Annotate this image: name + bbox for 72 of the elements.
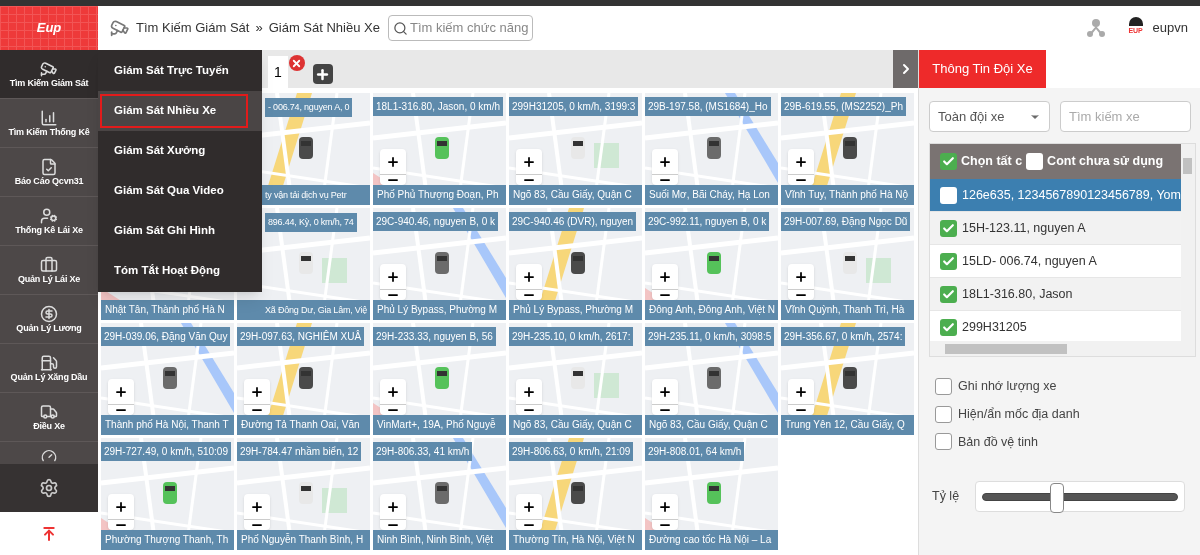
vehicle-label: 29H-039.06, Đặng Văn Quy: [101, 327, 231, 346]
scale-label: Tỷ lệ: [932, 488, 960, 506]
vehicle-label: 29B-197.58, (MS1684)_Ho: [645, 97, 771, 116]
vehicle-label: 29C-992.11, nguyen B, 0 k: [645, 212, 770, 231]
vehicle-label: 18L1-316.80, Jason, 0 km/h: [373, 97, 503, 116]
vehicle-label: 29C-940.46 (DVR), nguyen: [509, 212, 637, 231]
vehicle-label: 29H-097.63, NGHIÊM XUÂ: [237, 327, 365, 346]
vehicle-name: 15H-123.11, nguyen A: [962, 219, 1086, 237]
function-search-button[interactable]: Tìm kiếm chức năng: [387, 15, 534, 41]
vehicle-label: - 006.74, nguyen A, 0: [265, 98, 353, 117]
vehicle-label: 29H-806.63, 0 km/h, 21:09: [509, 442, 634, 461]
fleet-select[interactable]: Toàn đội xe: [929, 101, 1050, 132]
address-label: Ngõ 83, Cầu Giấy, Quận C: [645, 415, 778, 435]
address-label: Ngõ 83, Cầu Giấy, Quận C: [509, 415, 642, 435]
address-label: Trung Yên 12, Cầu Giấy, Q: [781, 415, 914, 435]
option-label[interactable]: Bản đồ vệ tinh: [958, 432, 1038, 452]
vehicle-label: 29H-235.10, 0 km/h, 2617:: [509, 327, 634, 346]
list-header-label[interactable]: Chọn tất c: [961, 152, 1023, 171]
address-label: Thường Tín, Hà Nội, Việt N: [509, 530, 642, 550]
address-label: Phố Phủ Thượng Đoạn, Ph: [373, 185, 506, 205]
vehicle-name: 126e635, 1234567890123456789, Yom: [962, 186, 1181, 204]
vehicle-label: 29H-007.69, Đặng Ngọc Dũ: [781, 212, 911, 231]
address-label: Phố Nguyễn Thanh Bình, H: [237, 530, 370, 550]
address-label: Nhật Tân, Thành phố Hà N: [101, 300, 234, 320]
address-label: Thành phố Hà Nội, Thanh T: [101, 415, 234, 435]
vehicle-label: 29H-784.47 nhầm biển, 12: [237, 442, 362, 461]
vehicle-name: 15LD- 006.74, nguyen A: [962, 252, 1097, 270]
option-label[interactable]: Hiện/ẩn mốc địa danh: [958, 404, 1080, 424]
vehicle-label: 29H-806.33, 41 km/h: [373, 442, 473, 461]
address-label: Vĩnh Quỳnh, Thanh Trì, Hà: [781, 300, 914, 320]
panel-tab[interactable]: Thông Tin Đội Xe: [919, 50, 1046, 88]
address-label: Vĩnh Tuy, Thành phố Hà Nộ: [781, 185, 914, 205]
list-header-label[interactable]: Cont chưa sử dụng: [1047, 152, 1164, 171]
vehicle-label: 896.44, Kỳ, 0 km/h, 74: [265, 213, 357, 232]
address-label: Suối Mơ, Bãi Cháy, Hạ Lon: [645, 185, 778, 205]
vehicle-label: 29B-619.55, (MS2252)_Ph: [781, 97, 906, 116]
vehicle-search-field[interactable]: Tìm kiếm xe: [1060, 101, 1191, 132]
username[interactable]: eupvn: [1152, 18, 1188, 38]
vehicle-label: 29H-233.33, nguyen B, 56: [373, 327, 496, 346]
menu-item[interactable]: Giám Sát Xưởng: [98, 131, 262, 171]
menu-item[interactable]: Giám Sát Nhiều Xe: [98, 91, 262, 131]
vehicle-label: 29H-235.11, 0 km/h, 3098:5: [645, 327, 775, 346]
address-label: Phường Thượng Thanh, Th: [101, 530, 234, 550]
vehicle-row[interactable]: 126e635, 1234567890123456789, Yom: [930, 179, 1181, 212]
address-label: Đông Anh, Đông Anh, Việt N: [645, 300, 778, 320]
address-label: Ninh Bình, Ninh Bình, Việt: [373, 530, 506, 550]
address-label: Đường Tả Thanh Oai, Văn: [237, 415, 370, 435]
sidebar-item[interactable]: Tìm Kiếm Giám Sát: [0, 50, 98, 99]
address-label: Đường cao tốc Hà Nội – La: [645, 530, 778, 550]
breadcrumb-item[interactable]: Tìm Kiếm Giám Sát: [136, 18, 250, 38]
vehicle-label: 29H-727.49, 0 km/h, 510:09: [101, 442, 231, 461]
breadcrumb-item[interactable]: Giám Sát Nhiều Xe: [268, 18, 380, 38]
address-label: Xã Đông Dư, Gia Lâm, Việ: [237, 300, 370, 320]
address-label: VinMart+, 19A, Phố Nguyễ: [373, 415, 506, 435]
address-label: Phủ Lý Bypass, Phường M: [373, 300, 506, 320]
vehicle-name: 18L1-316.80, Jason: [962, 285, 1073, 303]
vehicle-row[interactable]: 15H-123.11, nguyen A: [930, 212, 1181, 245]
map-tab[interactable]: 1: [268, 56, 288, 88]
vehicle-row[interactable]: 18L1-316.80, Jason: [930, 278, 1181, 311]
vehicle-label: 29H-808.01, 64 km/h: [645, 442, 745, 461]
menu-item[interactable]: Giám Sát Ghi Hình: [98, 211, 262, 251]
vehicle-label: 29C-940.46, nguyen B, 0 k: [373, 212, 498, 231]
option-label[interactable]: Ghi nhớ lượng xe: [958, 377, 1057, 396]
address-label: Phủ Lý Bypass, Phường M: [509, 300, 642, 320]
logo[interactable]: Eup: [0, 6, 98, 50]
breadcrumb-item: »: [255, 19, 263, 38]
address-label: Ngõ 83, Cầu Giấy, Quận C: [509, 185, 642, 205]
vehicle-name: 299H31205: [962, 318, 1027, 336]
menu-item[interactable]: Tóm Tắt Hoạt Động: [98, 251, 262, 291]
menu-item[interactable]: Giám Sát Trực Tuyến: [98, 51, 262, 91]
vehicle-label: 299H31205, 0 km/h, 3199:3: [509, 97, 639, 116]
vehicle-label: 29H-356.67, 0 km/h, 2574:: [781, 327, 906, 346]
